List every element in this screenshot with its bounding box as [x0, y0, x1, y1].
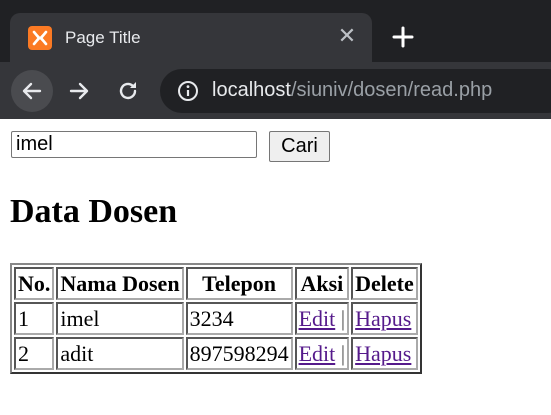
link-separator: |	[340, 305, 346, 331]
cell-delete: Hapus	[351, 302, 418, 335]
edit-link[interactable]: Edit	[299, 306, 336, 331]
link-separator: |	[340, 340, 346, 366]
cell-delete: Hapus	[351, 337, 418, 370]
url-path: /siuniv/dosen/read.php	[290, 79, 493, 101]
browser-toolbar: localhost/siuniv/dosen/read.php	[0, 62, 551, 119]
search-button[interactable]: Cari	[269, 131, 330, 162]
arrow-left-icon	[22, 82, 42, 100]
search-form: Cari	[10, 131, 541, 162]
page-title: Data Dosen	[10, 193, 178, 230]
tab-title: Page Title	[65, 28, 141, 47]
back-button[interactable]	[11, 70, 53, 112]
close-icon[interactable]: ✕	[337, 25, 357, 49]
cell-nama: adit	[56, 337, 184, 370]
table-header-row: No. Nama Dosen Telepon Aksi Delete	[14, 267, 418, 300]
plus-icon[interactable]	[389, 23, 417, 51]
cell-no: 1	[14, 302, 55, 335]
table-row: 2 adit 897598294 Edit | Hapus	[14, 337, 418, 370]
column-header-telepon: Telepon	[185, 267, 293, 300]
url-host: localhost	[212, 79, 291, 101]
edit-link[interactable]: Edit	[299, 341, 336, 366]
column-header-nama-dosen: Nama Dosen	[56, 267, 184, 300]
arrow-right-icon	[69, 82, 89, 100]
column-header-delete: Delete	[351, 267, 418, 300]
search-input[interactable]	[11, 131, 257, 158]
column-header-aksi: Aksi	[294, 267, 350, 300]
hapus-link[interactable]: Hapus	[355, 341, 411, 366]
browser-tab-strip: Page Title ✕	[0, 0, 551, 62]
cell-nama: imel	[56, 302, 184, 335]
page-content: Cari Data Dosen No. Nama Dosen Telepon A…	[0, 119, 551, 374]
table-row: 1 imel 3234 Edit | Hapus	[14, 302, 418, 335]
info-icon[interactable]	[177, 80, 199, 102]
cell-aksi: Edit |	[294, 337, 350, 370]
hapus-link[interactable]: Hapus	[355, 306, 411, 331]
column-header-no: No.	[14, 267, 55, 300]
reload-button[interactable]	[107, 70, 149, 112]
address-bar[interactable]: localhost/siuniv/dosen/read.php	[160, 69, 551, 113]
dosen-table: No. Nama Dosen Telepon Aksi Delete 1 ime…	[10, 263, 422, 374]
xampp-favicon-icon	[28, 26, 52, 50]
cell-aksi: Edit |	[294, 302, 350, 335]
cell-telepon: 3234	[185, 302, 293, 335]
url-text[interactable]: localhost/siuniv/dosen/read.php	[212, 79, 492, 102]
reload-icon	[119, 82, 137, 100]
cell-no: 2	[14, 337, 55, 370]
forward-button[interactable]	[58, 70, 100, 112]
cell-telepon: 897598294	[185, 337, 293, 370]
browser-tab[interactable]: Page Title ✕	[10, 13, 372, 62]
